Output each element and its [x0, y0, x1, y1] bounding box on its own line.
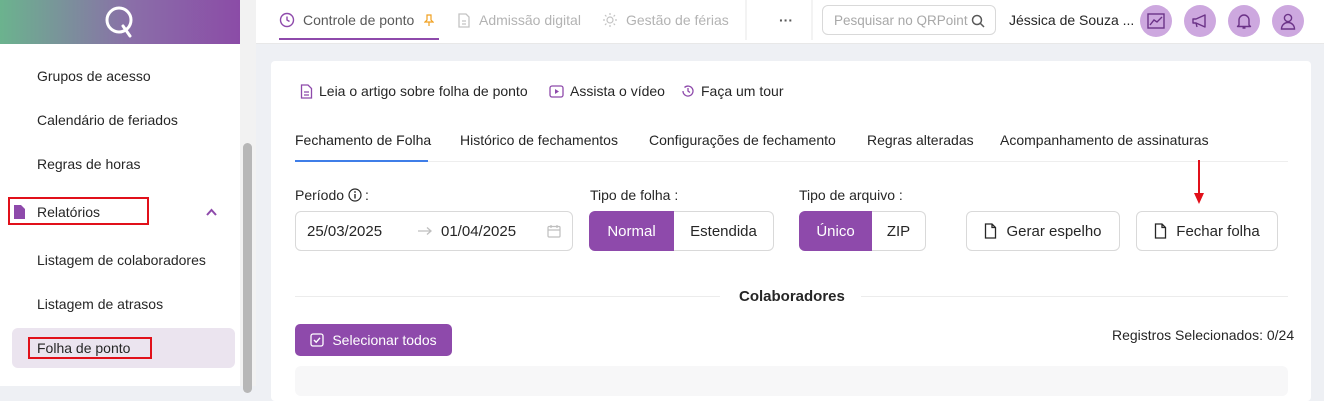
- qrpoint-logo-icon: [105, 6, 133, 38]
- collaborators-title: Colaboradores: [739, 288, 845, 305]
- sidebar-item-listagem-colaboradores[interactable]: Listagem de colaboradores: [0, 240, 236, 280]
- tab-admissao-digital[interactable]: Admissão digital: [457, 0, 581, 40]
- tab-label: Controle de ponto: [303, 12, 415, 28]
- sheet-type-normal[interactable]: Normal: [589, 211, 674, 251]
- period-label-text: Período: [295, 187, 345, 203]
- select-all-label: Selecionar todos: [332, 332, 437, 348]
- pin-icon[interactable]: [424, 13, 435, 27]
- close-sheet-button[interactable]: Fechar folha: [1136, 211, 1278, 251]
- section-divider-left: [295, 296, 720, 297]
- file-type-label: Tipo de arquivo :: [799, 187, 903, 203]
- subtab-fechamento-folha[interactable]: Fechamento de Folha: [295, 132, 431, 148]
- file-type-unico[interactable]: Único: [799, 211, 872, 251]
- file-type-zip-label: ZIP: [886, 222, 911, 240]
- close-sheet-label: Fechar folha: [1176, 222, 1260, 240]
- more-tabs-label: ···: [779, 12, 793, 28]
- document-icon: [300, 83, 313, 99]
- play-video-icon: [549, 84, 564, 98]
- subtab-acompanhamento-assinaturas[interactable]: Acompanhamento de assinaturas: [1000, 132, 1209, 148]
- active-tab-indicator: [279, 38, 439, 40]
- megaphone-icon: [1192, 14, 1206, 28]
- checkbox-icon: [310, 333, 324, 347]
- chart-line-icon: [1147, 13, 1165, 29]
- active-subtab-indicator: [295, 160, 428, 162]
- section-divider-right: [861, 296, 1288, 297]
- article-link-label: Leia o artigo sobre folha de ponto: [319, 83, 528, 99]
- sheet-type-label: Tipo de folha :: [590, 187, 679, 203]
- tab-gestao-ferias[interactable]: Gestão de férias: [602, 0, 729, 40]
- subtab-configuracoes-fechamento[interactable]: Configurações de fechamento: [649, 132, 836, 148]
- sidebar-item-calendario-feriados[interactable]: Calendário de feriados: [0, 100, 236, 140]
- logo-area: [0, 0, 240, 44]
- tab-divider: [811, 0, 813, 40]
- period-colon: :: [365, 187, 369, 203]
- sidebar-item-regras-horas[interactable]: Regras de horas: [0, 144, 236, 184]
- highlight-box-relatorios: [8, 197, 149, 225]
- end-date-input[interactable]: 01/04/2025: [441, 223, 516, 240]
- file-type-unico-label: Único: [816, 222, 855, 240]
- document-icon: [458, 12, 470, 28]
- chevron-up-icon[interactable]: [206, 208, 217, 216]
- user-avatar[interactable]: [1272, 5, 1304, 37]
- generate-mirror-label: Gerar espelho: [1006, 222, 1102, 240]
- tab-label: Admissão digital: [479, 12, 581, 28]
- file-type-zip[interactable]: ZIP: [872, 211, 926, 251]
- period-range-picker[interactable]: 25/03/2025 01/04/2025: [295, 211, 573, 251]
- search-input[interactable]: Pesquisar no QRPoint: [822, 5, 996, 35]
- highlight-box-folha-ponto: [28, 337, 152, 359]
- tour-link-label: Faça um tour: [701, 83, 784, 99]
- sidebar-item-label: Listagem de colaboradores: [37, 252, 206, 268]
- calendar-icon[interactable]: [547, 224, 561, 238]
- search-placeholder: Pesquisar no QRPoint: [834, 12, 968, 28]
- tab-divider: [745, 0, 747, 40]
- sidebar-scrollbar-thumb[interactable]: [243, 143, 252, 393]
- sidebar-item-label: Calendário de feriados: [37, 112, 178, 128]
- video-link-label: Assista o vídeo: [570, 83, 665, 99]
- video-link[interactable]: Assista o vídeo: [549, 83, 665, 99]
- user-name[interactable]: Jéssica de Souza ...: [1009, 12, 1134, 28]
- generate-mirror-button[interactable]: Gerar espelho: [966, 211, 1120, 251]
- sheet-type-estendida[interactable]: Estendida: [674, 211, 774, 251]
- file-icon: [1155, 223, 1167, 239]
- period-label: Período :: [295, 187, 369, 203]
- file-icon: [985, 223, 997, 239]
- info-icon[interactable]: [348, 188, 362, 202]
- sun-icon: [603, 13, 617, 27]
- subtab-regras-alteradas[interactable]: Regras alteradas: [867, 132, 974, 148]
- sheet-type-normal-label: Normal: [607, 222, 656, 240]
- search-icon[interactable]: [971, 14, 985, 28]
- tab-label: Gestão de férias: [626, 12, 729, 28]
- start-date-input[interactable]: 25/03/2025: [307, 223, 382, 240]
- sidebar-item-grupos-acesso[interactable]: Grupos de acesso: [0, 56, 236, 96]
- sheet-type-estendida-label: Estendida: [690, 222, 757, 240]
- tour-link[interactable]: Faça um tour: [681, 83, 783, 99]
- article-link[interactable]: Leia o artigo sobre folha de ponto: [300, 83, 528, 99]
- collaborators-table: [295, 366, 1288, 396]
- sidebar-item-label: Listagem de atrasos: [37, 296, 164, 312]
- tab-controle-ponto[interactable]: Controle de ponto: [279, 0, 435, 40]
- sidebar: Grupos de acesso Calendário de feriados …: [0, 0, 240, 386]
- dashboard-button[interactable]: [1140, 5, 1172, 37]
- red-arrow-annotation: [1194, 160, 1204, 204]
- sidebar-item-listagem-atrasos[interactable]: Listagem de atrasos: [0, 284, 236, 324]
- arrow-right-icon: [418, 227, 432, 235]
- select-all-button[interactable]: Selecionar todos: [295, 324, 452, 356]
- subtabs-baseline: [295, 161, 1288, 162]
- sidebar-item-label: Grupos de acesso: [37, 68, 151, 84]
- sidebar-item-label: Regras de horas: [37, 156, 141, 172]
- bell-icon: [1236, 14, 1252, 29]
- more-tabs-button[interactable]: ···: [779, 0, 793, 40]
- announcements-button[interactable]: [1184, 5, 1216, 37]
- subtab-historico-fechamentos[interactable]: Histórico de fechamentos: [460, 132, 618, 148]
- registers-selected-count: Registros Selecionados: 0/24: [1112, 327, 1295, 343]
- clock-icon: [279, 12, 295, 28]
- user-icon: [1280, 13, 1296, 30]
- history-clock-icon: [682, 85, 694, 97]
- notifications-button[interactable]: [1228, 5, 1260, 37]
